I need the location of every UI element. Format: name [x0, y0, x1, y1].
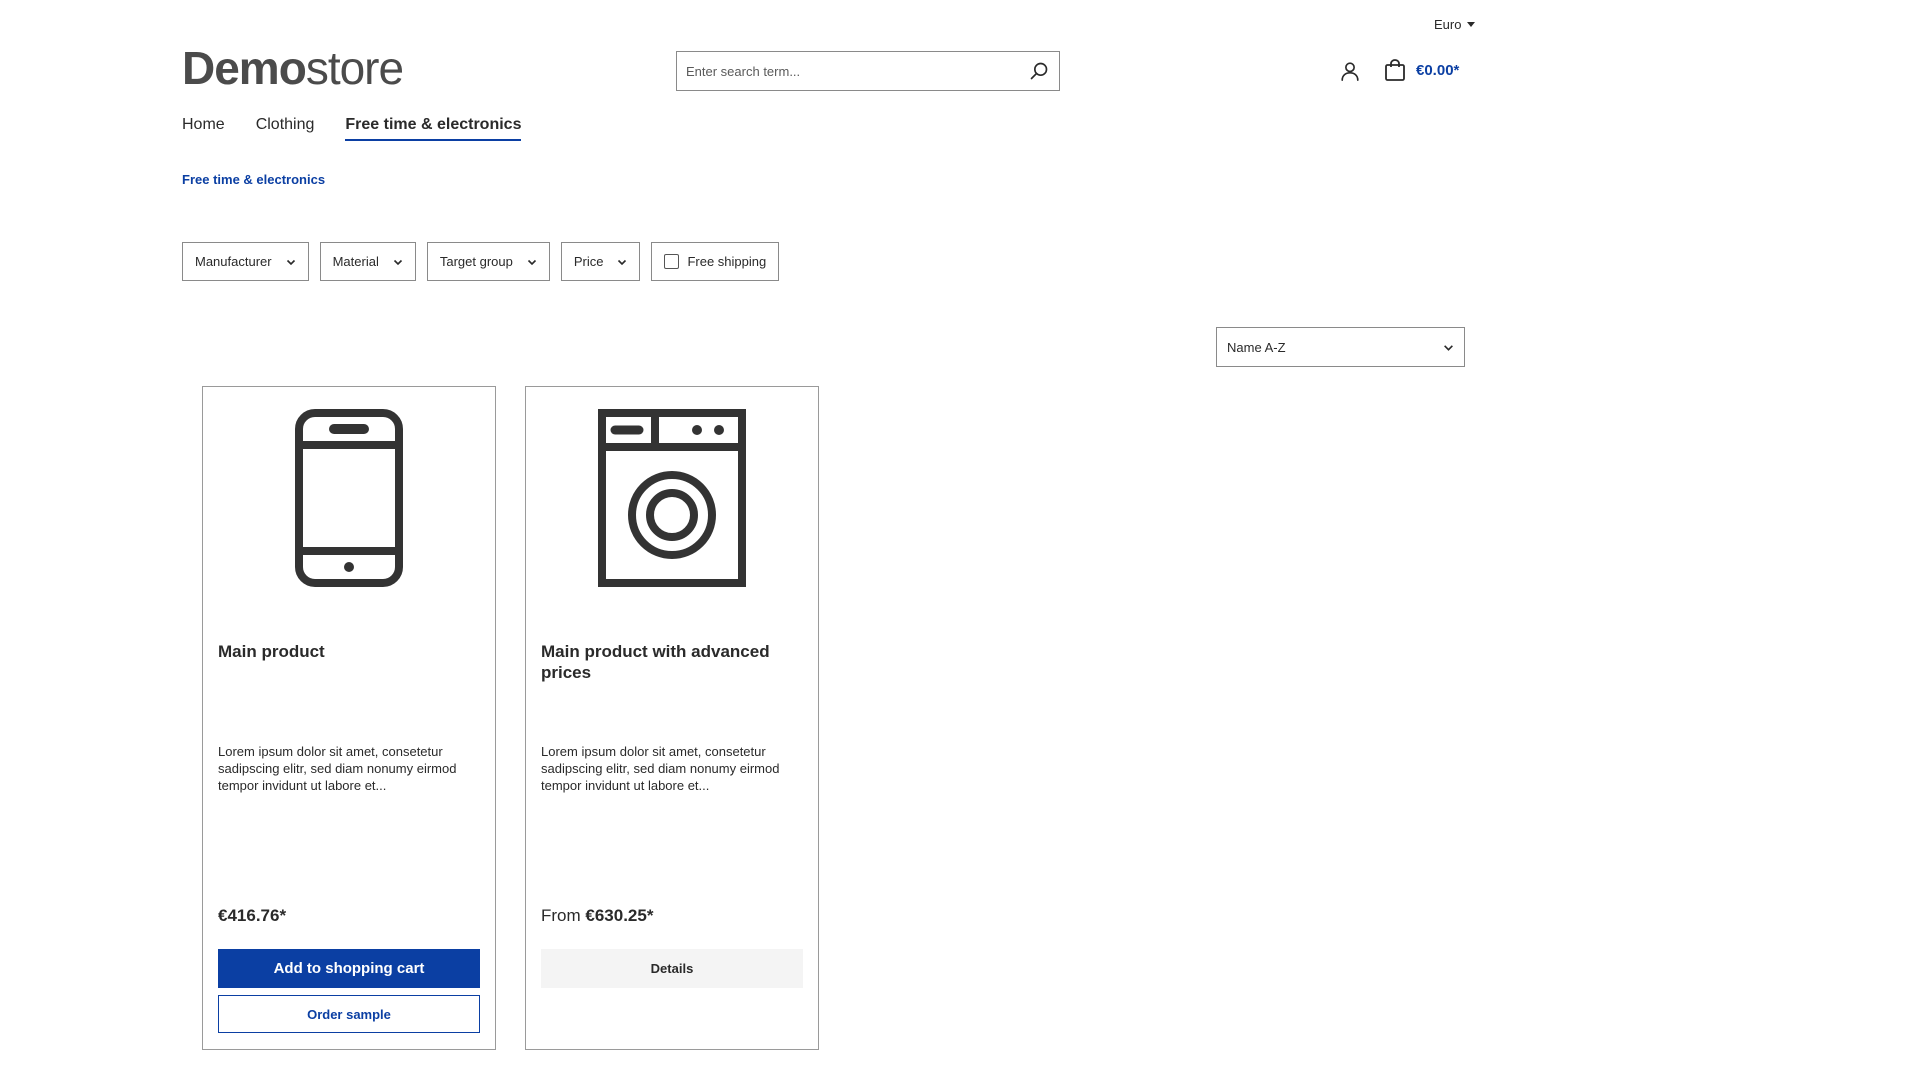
free-shipping-checkbox[interactable]: [664, 254, 680, 269]
nav-item-clothing[interactable]: Clothing: [256, 116, 315, 141]
currency-dropdown[interactable]: Euro: [1434, 17, 1476, 32]
filter-manufacturer[interactable]: Manufacturer: [182, 242, 309, 281]
logo-light-text: store: [305, 42, 404, 94]
sort-select[interactable]: Name A-Z: [1216, 327, 1465, 367]
sort-selected-value: Name A-Z: [1227, 339, 1286, 355]
chevron-down-icon: [393, 259, 402, 265]
cart-total: €0.00*: [1416, 61, 1460, 79]
washing-machine-icon: [598, 409, 746, 587]
price-amount: €416.76*: [218, 906, 287, 925]
nav-item-home[interactable]: Home: [182, 116, 225, 141]
chevron-down-icon: [286, 259, 295, 265]
filter-label: Manufacturer: [195, 254, 272, 269]
product-price: From €630.25*: [541, 906, 653, 926]
store-logo[interactable]: Demostore: [182, 42, 404, 94]
logo-bold-text: Demo: [182, 42, 307, 94]
filter-material[interactable]: Material: [319, 242, 416, 281]
filter-label: Price: [573, 254, 604, 269]
add-to-cart-button[interactable]: Add to shopping cart: [218, 949, 480, 988]
product-description: Lorem ipsum dolor sit amet, consetetur s…: [218, 744, 457, 793]
product-image[interactable]: [203, 409, 495, 589]
chevron-down-icon: [527, 259, 536, 265]
search-icon[interactable]: [1029, 61, 1049, 81]
nav-item-free-time-electronics[interactable]: Free time & electronics: [345, 116, 522, 141]
filter-free-shipping[interactable]: Free shipping: [651, 242, 780, 281]
shopping-bag-icon: [1385, 59, 1405, 81]
search-input[interactable]: [677, 52, 1017, 90]
cart-button[interactable]: €0.00*: [1383, 58, 1459, 82]
price-amount: €630.25*: [585, 906, 654, 925]
product-image[interactable]: [526, 409, 818, 589]
product-title[interactable]: Main product with advanced prices: [541, 641, 805, 683]
chevron-down-icon: [618, 259, 627, 265]
breadcrumb[interactable]: Free time & electronics: [182, 172, 325, 187]
search-box: [676, 51, 1060, 91]
caret-down-icon: [1467, 22, 1476, 27]
main-navigation: Home Clothing Free time & electronics: [182, 116, 522, 141]
product-description: Lorem ipsum dolor sit amet, consetetur s…: [541, 744, 780, 793]
chevron-down-icon: [1444, 344, 1453, 351]
filter-price[interactable]: Price: [560, 242, 641, 281]
smartphone-icon: [295, 409, 403, 587]
product-card: Main product with advanced prices Lorem …: [525, 386, 819, 1050]
product-card: Main product Lorem ipsum dolor sit amet,…: [202, 386, 496, 1050]
order-sample-button[interactable]: Order sample: [218, 995, 480, 1033]
product-price: €416.76*: [218, 906, 286, 926]
product-title[interactable]: Main product: [218, 641, 482, 662]
details-button[interactable]: Details: [541, 949, 803, 988]
currency-label: Euro: [1434, 17, 1462, 32]
filter-target-group[interactable]: Target group: [426, 242, 550, 281]
filter-label: Material: [332, 254, 379, 269]
filter-label: Target group: [439, 254, 513, 269]
filter-label: Free shipping: [687, 254, 767, 269]
price-prefix: From: [541, 906, 586, 925]
account-icon[interactable]: [1339, 60, 1361, 82]
filter-panel: Manufacturer Material Target group Price…: [182, 242, 780, 281]
